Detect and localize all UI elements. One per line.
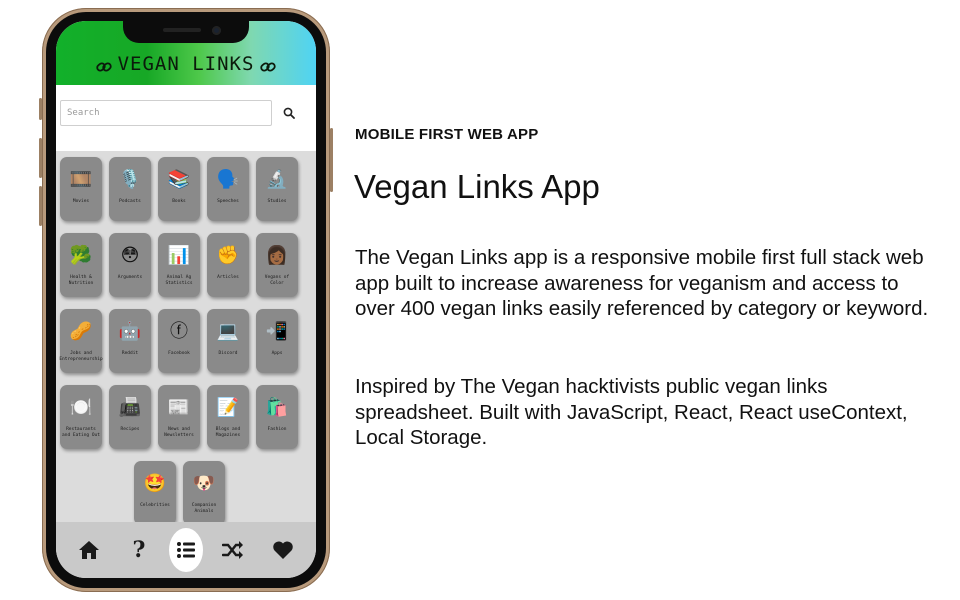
category-label: Facebook bbox=[168, 351, 190, 356]
category-tile[interactable]: 🥦 Health & Nutrition bbox=[60, 233, 102, 297]
category-tile[interactable]: 👩🏾 Vegans of Color bbox=[256, 233, 298, 297]
nav-home-button[interactable] bbox=[69, 530, 109, 570]
category-icon: 📊 bbox=[167, 245, 191, 266]
category-icon: 🗣️ bbox=[216, 169, 240, 190]
category-tile[interactable]: ⓕ Facebook bbox=[158, 309, 200, 373]
category-tile[interactable]: 🛍️ Fashion bbox=[256, 385, 298, 449]
phone-volume-up bbox=[39, 138, 42, 178]
search-icon bbox=[283, 107, 295, 119]
category-tile[interactable]: 📝 Blogs and Magazines bbox=[207, 385, 249, 449]
category-icon: 🐶 bbox=[192, 473, 216, 494]
category-icon: 📠 bbox=[118, 397, 142, 418]
help-icon: ? bbox=[132, 537, 146, 563]
link-icon bbox=[260, 62, 277, 72]
category-label: Animal Ag Statistics bbox=[165, 275, 193, 286]
category-label: Podcasts bbox=[119, 199, 141, 204]
nav-categories-button[interactable] bbox=[169, 528, 203, 572]
phone-volume-down bbox=[39, 186, 42, 226]
category-tile[interactable]: 💻 Discord bbox=[207, 309, 249, 373]
nav-shuffle-button[interactable] bbox=[213, 530, 253, 570]
category-icon: 🤩 bbox=[143, 473, 167, 494]
camera-icon bbox=[212, 26, 221, 35]
category-tile[interactable]: 🤩 Celebrities bbox=[134, 461, 176, 525]
category-icon: 🥜 bbox=[69, 321, 93, 342]
nav-help-button[interactable]: ? bbox=[119, 530, 159, 570]
category-icon: 📝 bbox=[216, 397, 240, 418]
category-label: Blogs and Magazines bbox=[215, 427, 241, 438]
phone-side-button bbox=[39, 98, 42, 120]
category-tile[interactable]: ✊ Articles bbox=[207, 233, 249, 297]
category-label: Jobs and Entrepreneurship bbox=[59, 351, 103, 362]
category-label: Fashion bbox=[267, 427, 287, 432]
category-label: Movies bbox=[72, 199, 90, 204]
category-tile[interactable]: 🥜 Jobs and Entrepreneurship bbox=[59, 309, 103, 373]
category-label: Restaurants and Eating Out bbox=[62, 427, 100, 438]
category-icon: 📲 bbox=[265, 321, 289, 342]
category-icon: 💻 bbox=[216, 321, 240, 342]
category-label: Vegans of Color bbox=[264, 275, 290, 286]
category-tile[interactable]: 🐶 Companion Animals bbox=[183, 461, 225, 525]
category-icon: 🥦 bbox=[69, 245, 93, 266]
category-label: News and Newsletters bbox=[164, 427, 194, 438]
heart-icon bbox=[273, 541, 293, 559]
category-tile[interactable]: 📚 Books bbox=[158, 157, 200, 221]
category-label: Apps bbox=[271, 351, 283, 356]
category-tile[interactable]: 📠 Recipes bbox=[109, 385, 151, 449]
category-label: Discord bbox=[218, 351, 238, 356]
category-icon: 🎙️ bbox=[118, 169, 142, 190]
home-icon bbox=[79, 541, 99, 559]
category-label: Articles bbox=[217, 275, 239, 280]
eyebrow-label: MOBILE FIRST WEB APP bbox=[355, 126, 539, 143]
list-icon bbox=[177, 542, 195, 558]
category-label: Arguments bbox=[117, 275, 143, 280]
phone-notch bbox=[123, 21, 249, 43]
category-grid: 🎞️ Movies 🎙️ Podcasts 📚 Books 🗣️ Speeches 🔬 Studi… bbox=[56, 151, 316, 537]
phone-mockup: VEGAN LINKS 🎞️M bbox=[39, 8, 333, 592]
category-tile[interactable]: 🎞️ Movies bbox=[60, 157, 102, 221]
category-icon: 📰 bbox=[167, 397, 191, 418]
category-label: Books bbox=[172, 199, 186, 204]
credits-paragraph: Inspired by The Vegan hacktivists public… bbox=[355, 375, 908, 449]
category-icon: 🔬 bbox=[265, 169, 289, 190]
category-label: Studies bbox=[267, 199, 287, 204]
category-icon: 📚 bbox=[167, 169, 191, 190]
category-label: Health & Nutrition bbox=[68, 275, 94, 286]
category-tile[interactable]: 😳 Arguments bbox=[109, 233, 151, 297]
app-title: VEGAN LINKS bbox=[117, 53, 255, 75]
search-input[interactable] bbox=[60, 100, 272, 126]
bottom-nav: ? bbox=[56, 522, 316, 578]
description-paragraph: The Vegan Links app is a responsive mobi… bbox=[355, 246, 929, 320]
category-label: Companion Animals bbox=[191, 503, 217, 514]
search-bar bbox=[56, 85, 316, 141]
category-tile[interactable]: 🍽️ Restaurants and Eating Out bbox=[60, 385, 102, 449]
phone-screen: VEGAN LINKS 🎞️M bbox=[56, 21, 316, 578]
page-title: Vegan Links App bbox=[354, 168, 600, 205]
category-label: Reddit bbox=[121, 351, 139, 356]
category-tile[interactable]: 📊 Animal Ag Statistics bbox=[158, 233, 200, 297]
nav-favorites-button[interactable] bbox=[263, 530, 303, 570]
category-icon: 🛍️ bbox=[265, 397, 289, 418]
category-tile[interactable]: 🤖 Reddit bbox=[109, 309, 151, 373]
category-icon: 🎞️ bbox=[69, 169, 93, 190]
speaker-grille bbox=[163, 28, 201, 32]
category-icon: 👩🏾 bbox=[265, 245, 289, 266]
category-tile[interactable]: 📰 News and Newsletters bbox=[158, 385, 200, 449]
category-icon: 🍽️ bbox=[69, 397, 93, 418]
category-icon: ⓕ bbox=[170, 321, 188, 342]
search-button[interactable] bbox=[274, 100, 304, 126]
category-icon: ✊ bbox=[216, 245, 240, 266]
phone-power-button bbox=[330, 128, 333, 192]
phone-bezel: VEGAN LINKS 🎞️M bbox=[46, 12, 326, 588]
category-label: Recipes bbox=[120, 427, 140, 432]
category-tile[interactable]: 📲 Apps bbox=[256, 309, 298, 373]
shuffle-icon bbox=[222, 541, 243, 559]
category-tile[interactable]: 🎙️ Podcasts bbox=[109, 157, 151, 221]
category-label: Speeches bbox=[217, 199, 239, 204]
link-icon bbox=[95, 62, 112, 72]
category-icon: 🤖 bbox=[118, 321, 142, 342]
category-icon: 😳 bbox=[120, 245, 140, 266]
category-tile[interactable]: 🔬 Studies bbox=[256, 157, 298, 221]
category-tile[interactable]: 🗣️ Speeches bbox=[207, 157, 249, 221]
category-label: Celebrities bbox=[140, 503, 170, 508]
